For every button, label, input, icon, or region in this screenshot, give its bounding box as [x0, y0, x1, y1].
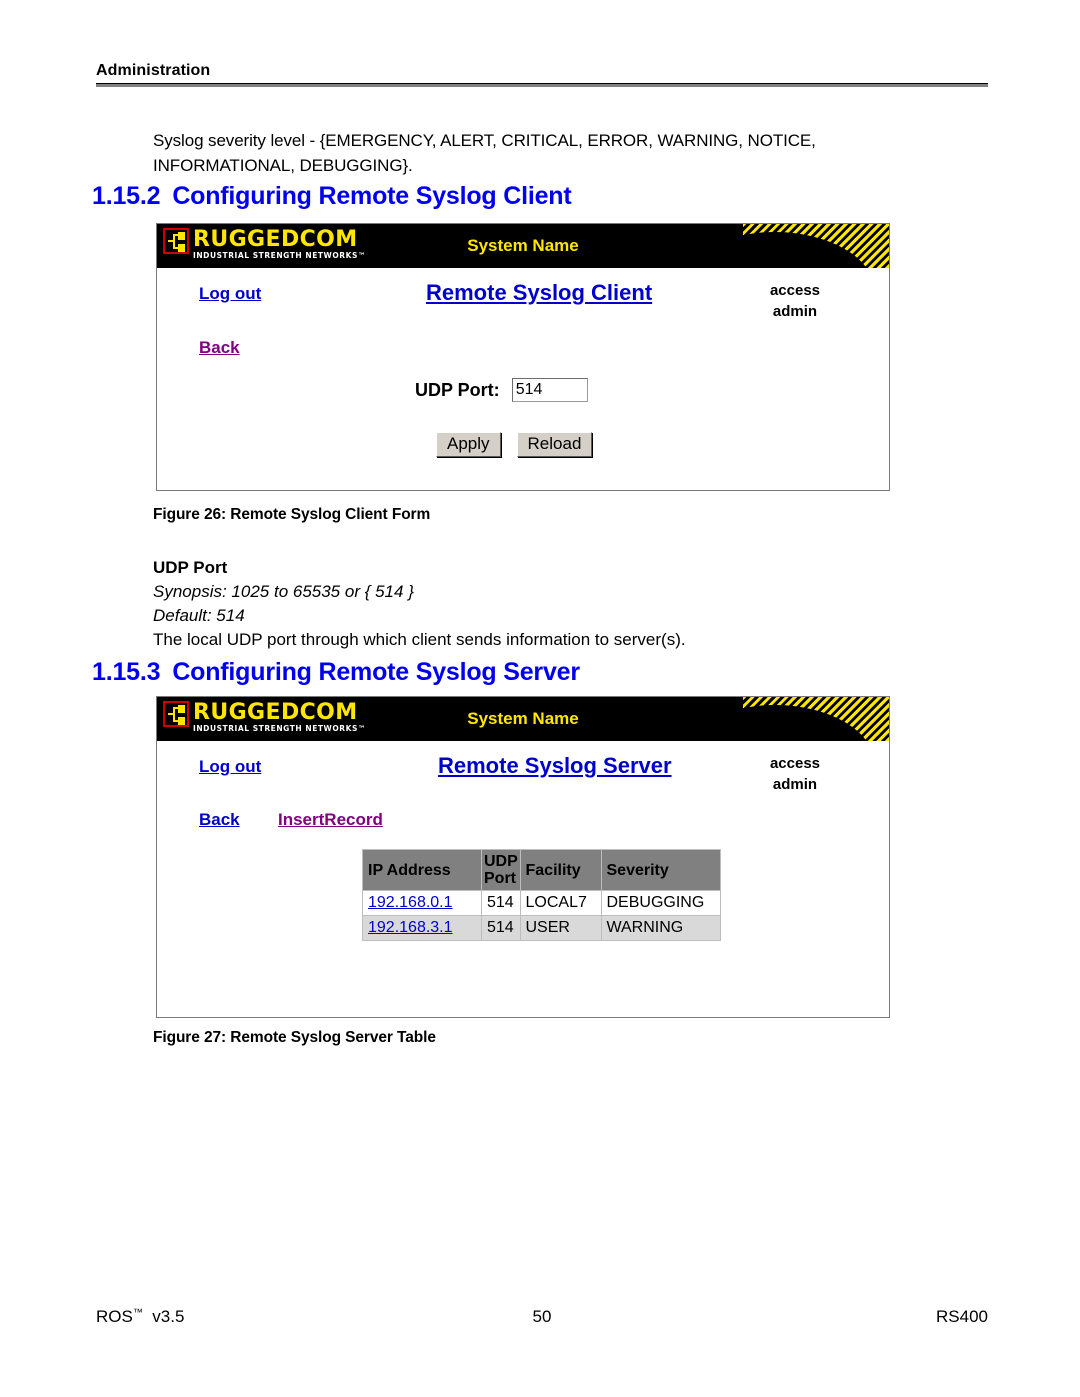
cell-severity: DEBUGGING — [600, 890, 721, 916]
section-number-client: 1.15.2 — [92, 182, 161, 210]
access-info: access admin — [735, 753, 855, 795]
parameter-description: The local UDP port through which client … — [153, 630, 686, 649]
header-rule — [96, 83, 988, 87]
insert-record-link[interactable]: InsertRecord — [278, 810, 383, 830]
cell-severity: WARNING — [600, 915, 721, 941]
screenshot-remote-syslog-server-table: RUGGEDCOM INDUSTRIAL STRENGTH NETWORKS™ … — [156, 696, 890, 1018]
form-title-remote-syslog-client[interactable]: Remote Syslog Client — [426, 280, 652, 306]
udp-port-input[interactable] — [511, 378, 588, 402]
access-username: admin — [772, 776, 818, 793]
reload-button[interactable]: Reload — [516, 432, 593, 457]
device-web-body: Log out Remote Syslog Server access admi… — [157, 741, 889, 1017]
udp-port-field-row: UDP Port: — [415, 378, 588, 402]
footer-model: RS400 — [936, 1307, 988, 1326]
access-label: access — [769, 282, 821, 299]
form-title-remote-syslog-server[interactable]: Remote Syslog Server — [438, 753, 672, 779]
table-row: 192.168.3.1 514 USER WARNING — [362, 915, 721, 941]
intro-paragraph-line-2: INFORMATIONAL, DEBUGGING}. — [153, 156, 413, 175]
table-row: 192.168.0.1 514 LOCAL7 DEBUGGING — [362, 890, 721, 916]
back-link[interactable]: Back — [199, 338, 240, 358]
figure-caption-26: Figure 26: Remote Syslog Client Form — [153, 506, 431, 523]
table-header-row: IP Address UDP Port Facility Severity — [362, 849, 721, 891]
section-number-server: 1.15.3 — [92, 658, 161, 686]
access-label: access — [769, 755, 821, 772]
cell-ip-address: 192.168.3.1 — [362, 915, 482, 941]
running-head: Administration — [96, 61, 988, 87]
hazard-stripe-decoration — [675, 224, 889, 268]
logout-link[interactable]: Log out — [199, 757, 261, 777]
ip-address-link[interactable]: 192.168.0.1 — [368, 894, 453, 911]
section-title-client: Configuring Remote Syslog Client — [172, 182, 572, 210]
section-heading-server: 1.15.3 Configuring Remote Syslog Server — [92, 658, 580, 687]
apply-button[interactable]: Apply — [436, 432, 501, 457]
cell-facility: USER — [519, 915, 602, 941]
parameter-name-udp-port: UDP Port — [153, 558, 228, 577]
section-heading-client: 1.15.2 Configuring Remote Syslog Client — [92, 182, 572, 211]
intro-paragraph: Syslog severity level - {EMERGENCY, ALER… — [153, 128, 973, 178]
logout-link[interactable]: Log out — [199, 284, 261, 304]
cell-facility: LOCAL7 — [519, 890, 602, 916]
running-head-text: Administration — [96, 62, 211, 79]
ip-address-link[interactable]: 192.168.3.1 — [368, 919, 453, 936]
hazard-stripe-decoration — [675, 697, 889, 741]
back-link[interactable]: Back — [199, 810, 240, 830]
screenshot-remote-syslog-client-form: RUGGEDCOM INDUSTRIAL STRENGTH NETWORKS™ … — [156, 223, 890, 491]
access-username: admin — [772, 303, 818, 320]
cell-ip-address: 192.168.0.1 — [362, 890, 482, 916]
remote-syslog-server-table: IP Address UDP Port Facility Severity 19… — [362, 849, 721, 941]
section-title-server: Configuring Remote Syslog Server — [172, 658, 580, 686]
cell-udp-port: 514 — [481, 890, 521, 916]
footer-page-number: 50 — [532, 1307, 552, 1326]
device-web-header: RUGGEDCOM INDUSTRIAL STRENGTH NETWORKS™ … — [157, 697, 889, 741]
cell-udp-port: 514 — [481, 915, 521, 941]
udp-port-label: UDP Port: — [415, 379, 500, 400]
device-web-header: RUGGEDCOM INDUSTRIAL STRENGTH NETWORKS™ … — [157, 224, 889, 268]
form-action-buttons: Apply Reload — [436, 432, 593, 457]
parameter-default: Default: 514 — [153, 606, 245, 625]
device-web-body: Log out Remote Syslog Client access admi… — [157, 268, 889, 490]
column-header-facility: Facility — [519, 849, 602, 891]
access-info: access admin — [735, 280, 855, 322]
parameter-synopsis: Synopsis: 1025 to 65535 or { 514 } — [153, 582, 414, 601]
column-header-severity: Severity — [600, 849, 721, 891]
column-header-ip-address: IP Address — [362, 849, 482, 891]
figure-caption-27: Figure 27: Remote Syslog Server Table — [153, 1029, 436, 1046]
intro-paragraph-line-1: Syslog severity level - {EMERGENCY, ALER… — [153, 131, 816, 150]
column-header-udp-port: UDP Port — [481, 849, 521, 891]
